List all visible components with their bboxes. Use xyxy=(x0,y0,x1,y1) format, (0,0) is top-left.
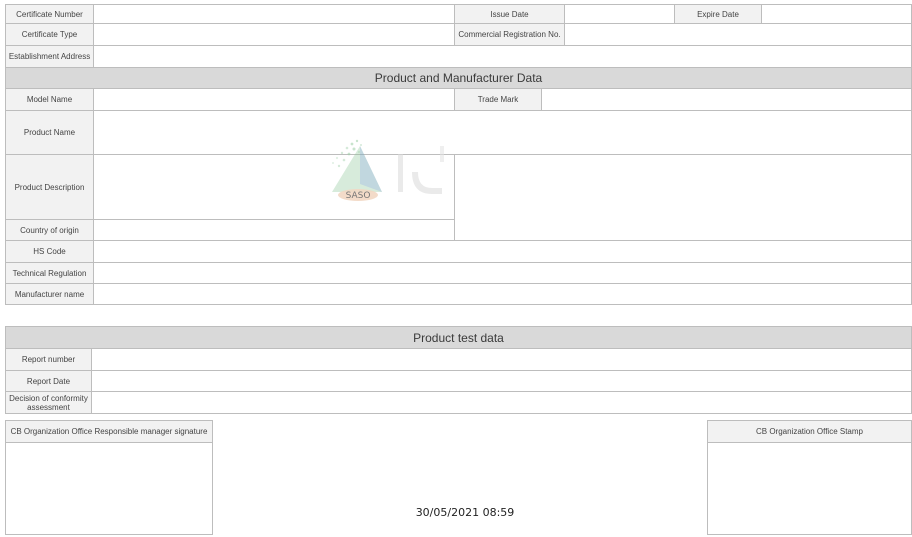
manufacturer-name-label: Manufacturer name xyxy=(5,283,94,305)
establishment-address-label: Establishment Address xyxy=(5,45,94,68)
certificate-type-value xyxy=(93,23,455,46)
trade-mark-value xyxy=(541,88,912,111)
expire-date-label: Expire Date xyxy=(674,4,762,24)
print-timestamp: 30/05/2021 08:59 xyxy=(415,506,515,519)
certificate-number-label: Certificate Number xyxy=(5,4,94,24)
decision-of-conformity-value xyxy=(91,391,912,414)
product-image-area xyxy=(454,154,912,241)
issue-date-label: Issue Date xyxy=(454,4,565,24)
certificate-type-label: Certificate Type xyxy=(5,23,94,46)
manufacturer-name-value xyxy=(93,283,912,305)
product-name-value xyxy=(93,110,912,155)
establishment-address-value xyxy=(93,45,912,68)
technical-regulation-label: Technical Regulation xyxy=(5,262,94,284)
country-of-origin-label: Country of origin xyxy=(5,219,94,241)
model-name-value xyxy=(93,88,455,111)
country-of-origin-value xyxy=(93,219,455,241)
model-name-label: Model Name xyxy=(5,88,94,111)
report-number-value xyxy=(91,348,912,371)
test-section-header: Product test data xyxy=(5,326,912,349)
product-name-label: Product Name xyxy=(5,110,94,155)
report-number-label: Report number xyxy=(5,348,92,371)
report-date-value xyxy=(91,370,912,392)
commercial-registration-value xyxy=(564,23,912,46)
product-section-header: Product and Manufacturer Data xyxy=(5,67,912,89)
office-stamp-label: CB Organization Office Stamp xyxy=(707,420,912,443)
issue-date-value xyxy=(564,4,675,24)
decision-of-conformity-label: Decision of conformity assessment xyxy=(5,391,92,414)
manager-signature-label: CB Organization Office Responsible manag… xyxy=(5,420,213,443)
trade-mark-label: Trade Mark xyxy=(454,88,542,111)
hs-code-label: HS Code xyxy=(5,240,94,263)
manager-signature-box xyxy=(5,442,213,535)
office-stamp-box xyxy=(707,442,912,535)
product-description-label: Product Description xyxy=(5,154,94,220)
certificate-number-value xyxy=(93,4,455,24)
report-date-label: Report Date xyxy=(5,370,92,392)
hs-code-value xyxy=(93,240,912,263)
commercial-registration-label: Commercial Registration No. xyxy=(454,23,565,46)
technical-regulation-value xyxy=(93,262,912,284)
product-description-value xyxy=(93,154,455,220)
expire-date-value xyxy=(761,4,912,24)
